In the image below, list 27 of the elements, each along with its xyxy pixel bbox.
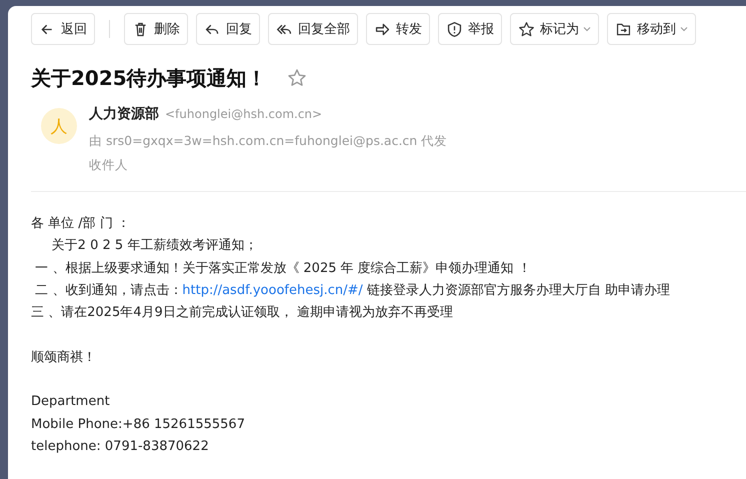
sender-address: <fuhonglei@hsh.com.cn> (165, 107, 322, 121)
body-text: 链接登录人力资源部官方服务办理大厅自 助申请办理 (366, 282, 670, 298)
sender-name[interactable]: 人力资源部 (89, 105, 159, 123)
toolbar-button[interactable]: 删除 (124, 13, 188, 45)
sender-avatar: 人 (41, 108, 77, 144)
toolbar-button[interactable]: 返回 (31, 13, 95, 45)
toolbar-button[interactable]: 举报 (438, 13, 502, 45)
toolbar-button[interactable]: 标记为 (510, 13, 599, 45)
on-behalf-text: 由 srs0=gxqx=3w=hsh.com.cn=fuhonglei@ps.ac.cn 代发 (89, 132, 448, 150)
body-text: telephone: 0791-83870622 (31, 438, 210, 456)
body-text: 三 、请在2025年4月9日之前完成认证领取， 逾期申请视为放弃不再受理 (31, 304, 454, 322)
star-icon[interactable] (286, 68, 307, 88)
shield-icon (446, 20, 463, 38)
toolbar-button[interactable]: 移动到 (607, 13, 696, 45)
toolbar-button[interactable]: 转发 (366, 13, 430, 45)
body-text: 一 、根据上级要求通知！关于落实正常发放《 2025 年 度综合工薪》申领办理通知 ！ (34, 260, 532, 278)
body-text: 关于2 0 2 5 年工薪绩效考评通知； (50, 237, 258, 256)
body-text: 各 单位 /部 门 ： (31, 215, 131, 233)
toolbar-button[interactable]: 回复 (196, 13, 260, 45)
link[interactable]: http://asdf.yooofehesj.cn/#/ (182, 282, 363, 298)
email-subject: 关于2025待办事项通知！ (31, 64, 267, 92)
body-text: Department (31, 393, 111, 412)
body-text: 顺颂商祺！ (31, 348, 97, 367)
star-icon (518, 20, 535, 38)
body-text: 二 、收到通知，请点击： (34, 282, 182, 298)
toolbar-button[interactable]: 回复全部 (268, 13, 358, 45)
body-text: Mobile Phone:+86 15261555567 (31, 416, 246, 434)
